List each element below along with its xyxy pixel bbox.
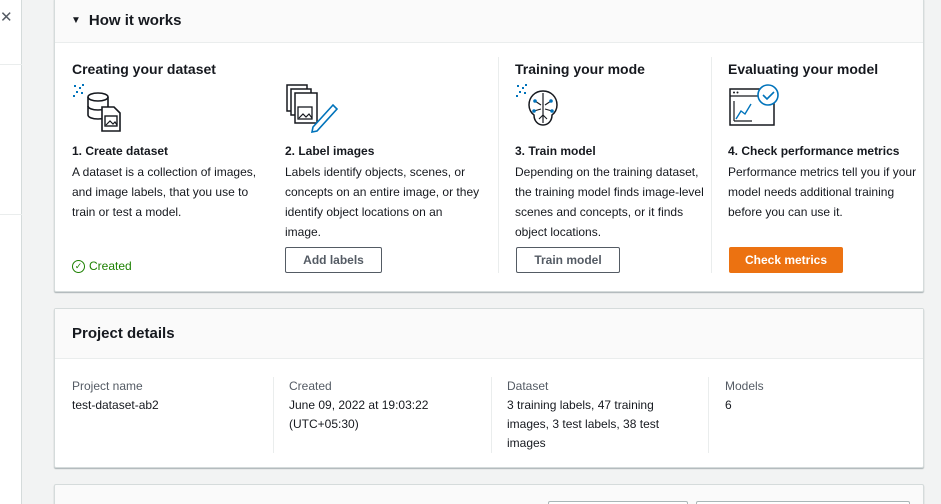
section-title-evaluate: Evaluating your model	[728, 61, 879, 77]
detail-value: test-dataset-ab2	[72, 398, 159, 412]
detail-models: Models 6	[725, 378, 905, 415]
status-text: Created	[89, 259, 132, 273]
section-divider	[498, 57, 499, 273]
section-title-create-dataset: Creating your dataset	[72, 61, 216, 77]
step-description: Depending on the training dataset, the t…	[515, 165, 704, 239]
how-it-works-panel: ▼ How it works Creating your dataset Tra…	[54, 0, 924, 292]
detail-created: Created June 09, 2022 at 19:03:22 (UTC+0…	[289, 378, 459, 434]
column-divider	[708, 377, 709, 453]
nav-divider	[0, 214, 22, 215]
nav-divider	[0, 64, 22, 65]
project-details-title: Project details	[72, 325, 175, 342]
step-title: 4. Check performance metrics	[728, 144, 900, 158]
metrics-icon	[729, 84, 779, 126]
step-label-images: 2. Label images Labels identify objects,…	[285, 83, 480, 242]
step-description: Labels identify objects, scenes, or conc…	[285, 165, 480, 239]
label-images-icon	[286, 84, 339, 133]
step-description: A dataset is a collection of images, and…	[72, 165, 257, 219]
project-details-header: Project details	[55, 309, 923, 359]
train-model-button[interactable]: Train model	[516, 247, 620, 273]
detail-label: Project name	[72, 379, 143, 393]
detail-label: Created	[289, 379, 332, 393]
step-check-metrics: 4. Check performance metrics Performance…	[728, 83, 918, 222]
step-title: 2. Label images	[285, 144, 375, 158]
column-divider	[491, 377, 492, 453]
success-check-icon: ✓	[72, 259, 85, 273]
created-status: ✓ Created	[72, 259, 132, 273]
step-description: Performance metrics tell you if your mod…	[728, 165, 917, 219]
check-metrics-button[interactable]: Check metrics	[729, 247, 843, 273]
dataset-icon	[73, 84, 121, 132]
detail-project-name: Project name test-dataset-ab2	[72, 378, 272, 415]
detail-dataset: Dataset 3 training labels, 47 training i…	[507, 378, 687, 453]
how-it-works-title: How it works	[88, 12, 182, 29]
next-panel	[54, 484, 924, 504]
step-create-dataset: 1. Create dataset A dataset is a collect…	[72, 83, 262, 222]
brain-icon	[516, 84, 558, 126]
project-details-panel: Project details Project name test-datase…	[54, 308, 924, 468]
detail-label: Dataset	[507, 379, 549, 393]
close-icon[interactable]: ✕	[0, 10, 13, 25]
detail-value: June 09, 2022 at 19:03:22 (UTC+05:30)	[289, 398, 429, 431]
section-divider	[711, 57, 712, 273]
step-title: 3. Train model	[515, 144, 596, 158]
step-title: 1. Create dataset	[72, 144, 169, 158]
caret-down-icon[interactable]: ▼	[71, 15, 81, 26]
detail-value: 6	[725, 398, 732, 412]
side-navigation-panel: ✕	[0, 0, 22, 504]
add-labels-button[interactable]: Add labels	[285, 247, 382, 273]
step-train-model: 3. Train model Depending on the training…	[515, 83, 705, 242]
column-divider	[273, 377, 274, 453]
detail-value: 3 training labels, 47 training images, 3…	[507, 398, 660, 450]
detail-label: Models	[725, 379, 764, 393]
how-it-works-header[interactable]: ▼ How it works	[55, 0, 923, 43]
section-title-train: Training your mode	[515, 61, 645, 77]
